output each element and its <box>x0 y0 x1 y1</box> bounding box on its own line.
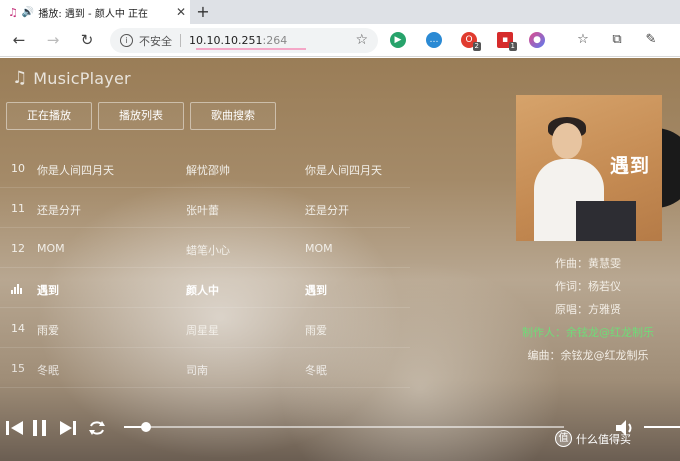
song-title[interactable]: 你是人间四月天 <box>37 162 114 178</box>
chat-extension-icon[interactable]: … <box>426 32 442 48</box>
security-label: 不安全 <box>139 34 172 48</box>
url-highlight <box>196 48 306 50</box>
music-player: ♫ MusicPlayer 正在播放 播放列表 歌曲搜索 10 你是人间四月天 … <box>0 58 680 461</box>
song-credits: 作曲：黄慧雯 作词：杨若仪 原唱：方雅贤 制作人：余铉龙@红龙制乐 编曲：余铉龙… <box>488 252 680 367</box>
pause-icon[interactable] <box>29 417 51 439</box>
song-title[interactable]: 遇到 <box>37 282 59 298</box>
producer-credit: 制作人：余铉龙@红龙制乐 <box>522 326 654 339</box>
lyricist-credit: 作词：杨若仪 <box>555 280 621 293</box>
song-artist[interactable]: 颜人中 <box>186 282 219 298</box>
song-artist[interactable]: 周星星 <box>186 322 219 338</box>
app-logo: ♫ MusicPlayer <box>12 68 131 88</box>
progress-knob[interactable] <box>141 422 151 432</box>
composer-credit: 作曲：黄慧雯 <box>555 257 621 270</box>
screen: ♫ 🔊 播放: 遇到 - 颜人中 正在 ✕ + ← → ↻ i 不安全 10.1… <box>0 0 680 461</box>
back-button[interactable]: ← <box>8 30 30 50</box>
close-tab-icon[interactable]: ✕ <box>172 5 190 19</box>
song-row[interactable]: 12 MOM 蜡笔小心 MOM <box>0 228 410 268</box>
music-note-icon: ♫ <box>12 68 28 88</box>
playing-equalizer-icon <box>11 284 23 294</box>
feedback-icon[interactable]: ✎ <box>642 30 660 50</box>
original-singer-credit: 原唱：方雅贤 <box>555 303 621 316</box>
song-number: 11 <box>11 202 25 215</box>
playlist-button[interactable]: 播放列表 <box>98 102 184 130</box>
song-number: 14 <box>11 322 25 335</box>
song-album[interactable]: 冬眠 <box>305 362 327 378</box>
song-row[interactable]: 11 还是分开 张叶蕾 还是分开 <box>0 188 410 228</box>
favorites-icon[interactable]: ☆ <box>574 30 592 50</box>
song-number: 12 <box>11 242 25 255</box>
red-extension-icon[interactable]: O2 <box>461 32 481 51</box>
song-number: 15 <box>11 362 25 375</box>
url-port: :264 <box>262 34 288 47</box>
mail-extension-icon[interactable]: ▪ 1 <box>497 32 517 51</box>
song-search-button[interactable]: 歌曲搜索 <box>190 102 276 130</box>
new-tab-button[interactable]: + <box>194 3 212 21</box>
song-title[interactable]: MOM <box>37 242 65 255</box>
url-separator <box>180 34 181 47</box>
song-title[interactable]: 还是分开 <box>37 202 81 218</box>
watermark-text: 什么值得买 <box>576 432 631 446</box>
app-name: MusicPlayer <box>33 68 131 88</box>
song-list: 10 你是人间四月天 解忧邵帅 你是人间四月天 11 还是分开 张叶蕾 还是分开… <box>0 148 410 388</box>
arranger-credit: 编曲：余铉龙@红龙制乐 <box>527 349 649 362</box>
song-artist[interactable]: 司南 <box>186 362 208 378</box>
previous-icon[interactable] <box>4 417 26 439</box>
song-title[interactable]: 冬眠 <box>37 362 59 378</box>
song-album[interactable]: MOM <box>305 242 333 255</box>
album-cover: 遇到 <box>516 95 662 241</box>
song-row[interactable]: 10 你是人间四月天 解忧邵帅 你是人间四月天 <box>0 148 410 188</box>
zhi-logo-icon: 值 <box>555 430 572 447</box>
next-icon[interactable] <box>57 417 79 439</box>
extension-badge-2: 1 <box>508 42 517 51</box>
song-album[interactable]: 还是分开 <box>305 202 349 218</box>
url-host: 10.10.10.251 <box>189 34 263 47</box>
song-row-playing[interactable]: 遇到 颜人中 遇到 <box>0 268 410 308</box>
song-artist[interactable]: 解忧邵帅 <box>186 162 230 178</box>
music-note-icon: ♫ <box>8 5 18 19</box>
progress-bar[interactable] <box>124 422 564 432</box>
song-row[interactable]: 14 雨爱 周星星 雨爱 <box>0 308 410 348</box>
song-title[interactable]: 雨爱 <box>37 322 59 338</box>
song-number: 10 <box>11 162 25 175</box>
song-album[interactable]: 遇到 <box>305 282 327 298</box>
song-artist[interactable]: 蜡笔小心 <box>186 242 230 258</box>
collections-icon[interactable]: ⧉ <box>608 30 626 50</box>
browser-tab[interactable]: ♫ 🔊 播放: 遇到 - 颜人中 正在 ✕ <box>0 0 190 24</box>
watermark: 值 什么值得买 <box>555 430 631 447</box>
forward-button[interactable]: → <box>42 30 64 50</box>
song-row[interactable]: 15 冬眠 司南 冬眠 <box>0 348 410 388</box>
cover-title: 遇到 <box>609 155 650 177</box>
extension-badge-1: 2 <box>472 42 481 51</box>
address-bar[interactable]: i 不安全 10.10.10.251:264 ☆ <box>110 28 378 53</box>
volume-bar[interactable] <box>644 426 680 428</box>
now-playing-button[interactable]: 正在播放 <box>6 102 92 130</box>
tab-title: 播放: 遇到 - 颜人中 正在 <box>38 8 149 20</box>
tab-bar: ♫ 🔊 播放: 遇到 - 颜人中 正在 ✕ + <box>0 0 680 24</box>
browser-toolbar: ← → ↻ i 不安全 10.10.10.251:264 ☆ ▶ … O2 ▪ 1… <box>0 24 680 57</box>
repeat-icon[interactable] <box>86 417 108 439</box>
profile-extension-icon[interactable]: ● <box>529 32 545 48</box>
song-album[interactable]: 你是人间四月天 <box>305 162 382 178</box>
bookmark-star-icon[interactable]: ☆ <box>355 32 368 48</box>
play-extension-icon[interactable]: ▶ <box>390 32 406 48</box>
info-icon[interactable]: i <box>120 34 133 47</box>
reload-button[interactable]: ↻ <box>76 30 98 50</box>
song-album[interactable]: 雨爱 <box>305 322 327 338</box>
song-artist[interactable]: 张叶蕾 <box>186 202 219 218</box>
speaker-icon[interactable]: 🔊 <box>22 7 34 18</box>
